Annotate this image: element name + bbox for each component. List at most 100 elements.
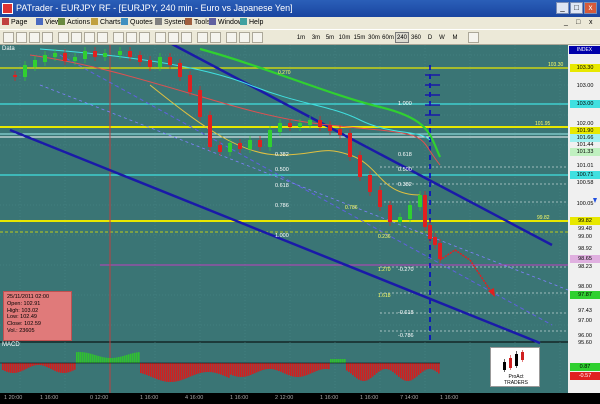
rectangle-tool-icon[interactable] xyxy=(126,32,137,43)
candle-body xyxy=(348,133,352,157)
refresh-icon[interactable] xyxy=(239,32,250,43)
candle-body xyxy=(13,75,17,77)
template-icon[interactable] xyxy=(210,32,221,43)
candle-body xyxy=(93,51,97,57)
menu-system[interactable]: System xyxy=(155,17,187,29)
macd-bar xyxy=(174,363,176,382)
candle-chart-icon[interactable] xyxy=(168,32,179,43)
macd-bar xyxy=(266,363,268,370)
macd-bar xyxy=(48,363,50,368)
tf-1m[interactable]: 1m xyxy=(294,32,308,43)
macd-bar xyxy=(216,363,218,374)
macd-bar xyxy=(268,363,270,370)
tf-30m[interactable]: 30m xyxy=(367,32,381,43)
menu-quotes[interactable]: Quotes xyxy=(121,17,153,29)
price-label: 100.05 xyxy=(576,201,594,207)
menu-help[interactable]: Help xyxy=(240,17,263,29)
macd-bar xyxy=(332,359,334,363)
tf-240[interactable]: 240 xyxy=(395,32,409,43)
macd-bar xyxy=(380,363,382,371)
arrow-tool-icon[interactable] xyxy=(113,32,124,43)
settings-icon[interactable] xyxy=(468,32,479,43)
macd-bar xyxy=(340,359,342,363)
zoom-in-icon[interactable] xyxy=(29,32,40,43)
tf-5m[interactable]: 5m xyxy=(323,32,337,43)
fib-label: 0.500 xyxy=(398,167,412,173)
candle-body xyxy=(238,143,242,149)
macd-bar xyxy=(114,357,116,363)
candle-body xyxy=(378,190,382,207)
cursor-tool-icon[interactable] xyxy=(3,32,14,43)
macd-bar xyxy=(344,359,346,363)
tf-60m[interactable]: 60m xyxy=(381,32,395,43)
menu-actions[interactable]: Actions xyxy=(58,17,90,29)
macd-bar xyxy=(356,363,358,379)
zoom-out-icon[interactable] xyxy=(42,32,53,43)
macd-bar xyxy=(334,359,336,363)
tf-weekly[interactable]: W xyxy=(437,32,447,43)
bar-chart-icon[interactable] xyxy=(155,32,166,43)
line-tool-icon[interactable] xyxy=(58,32,69,43)
level-tag: 99.82 xyxy=(537,215,550,221)
macd-bar xyxy=(186,363,188,379)
macd-bar xyxy=(246,363,248,377)
minimize-button[interactable]: _ xyxy=(556,2,569,14)
macd-bar xyxy=(392,363,394,372)
macd-bar xyxy=(30,363,32,367)
macd-bar xyxy=(264,363,266,370)
candle-body xyxy=(358,155,362,177)
macd-bar xyxy=(350,363,352,374)
macd-bar xyxy=(226,363,228,377)
macd-bar xyxy=(412,363,414,380)
line-chart-icon[interactable] xyxy=(181,32,192,43)
doc-restore-button[interactable]: □ xyxy=(576,17,580,29)
print-icon[interactable] xyxy=(226,32,237,43)
doc-minimize-button[interactable]: _ xyxy=(564,17,568,29)
macd-bar xyxy=(240,363,242,377)
macd-bar xyxy=(296,363,298,377)
tf-10m[interactable]: 10m xyxy=(337,32,352,43)
channel-tool-icon[interactable] xyxy=(71,32,82,43)
fib-label: 0.618 xyxy=(275,183,289,189)
time-axis: 1 20:00 1 16:00 0 12:00 1 16:00 4 16:00 … xyxy=(0,393,568,404)
macd-bar xyxy=(244,363,246,377)
macd-bar xyxy=(324,363,326,370)
menu-help-label: Help xyxy=(249,19,264,26)
crosshair-tool-icon[interactable] xyxy=(16,32,27,43)
menu-window[interactable]: Window xyxy=(209,17,243,29)
macd-bar xyxy=(66,363,68,373)
menu-charts[interactable]: Charts xyxy=(91,17,121,29)
tf-360[interactable]: 360 xyxy=(409,32,423,43)
maximize-button[interactable]: □ xyxy=(570,2,583,14)
doc-close-button[interactable]: x xyxy=(589,17,593,29)
chart-area[interactable]: Data INDEX 103.30 103.00 103.00 102.00 1… xyxy=(0,45,600,404)
macd-bar xyxy=(314,363,316,372)
macd-bar xyxy=(72,363,74,371)
properties-icon[interactable] xyxy=(252,32,263,43)
tf-monthly[interactable]: M xyxy=(450,32,460,43)
ellipse-tool-icon[interactable] xyxy=(139,32,150,43)
candle-body xyxy=(178,63,182,77)
tf-3m[interactable]: 3m xyxy=(309,32,323,43)
macd-bar xyxy=(158,363,160,380)
fibonacci-tool-icon[interactable] xyxy=(84,32,95,43)
fib-label: 1.000 xyxy=(398,101,412,107)
macd-bar xyxy=(310,363,312,374)
macd-bar xyxy=(138,352,140,363)
time-label: 2 12:00 xyxy=(275,395,294,401)
macd-bar xyxy=(420,363,422,374)
macd-bar xyxy=(328,363,330,370)
macd-bar xyxy=(12,363,14,373)
macd-bar xyxy=(24,363,26,370)
menu-page[interactable]: Page xyxy=(2,17,27,29)
macd-bar xyxy=(110,357,112,363)
tf-daily[interactable]: D xyxy=(425,32,435,43)
tf-15m[interactable]: 15m xyxy=(352,32,367,43)
close-button[interactable]: x xyxy=(584,2,597,14)
macd-bar xyxy=(428,363,430,370)
menu-tools[interactable]: Tools xyxy=(185,17,210,29)
macd-bar xyxy=(432,363,434,370)
indicator-icon[interactable] xyxy=(197,32,208,43)
text-tool-icon[interactable] xyxy=(97,32,108,43)
menu-view[interactable]: View xyxy=(36,17,60,29)
